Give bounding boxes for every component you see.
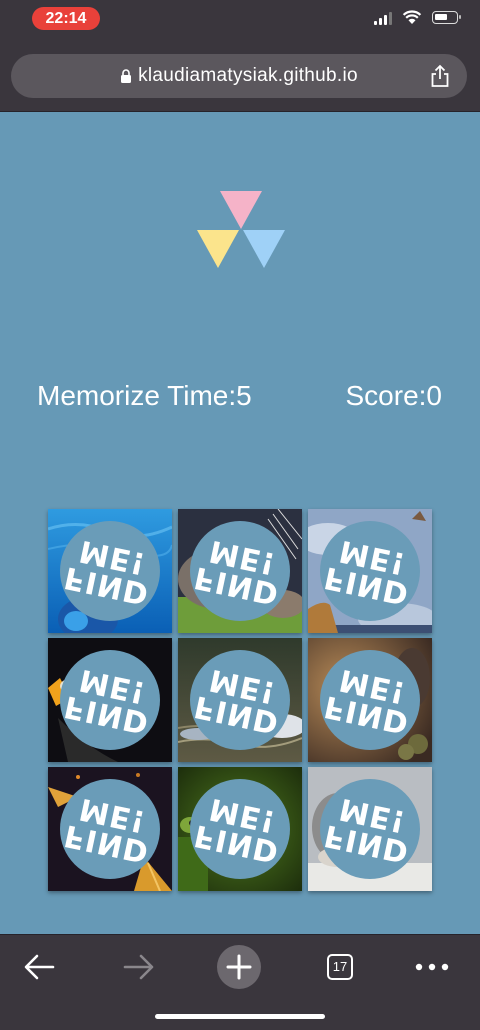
score: Score:0 (345, 380, 443, 411)
cellular-signal-icon (374, 11, 392, 25)
memorize-time: Memorize Time:5 (37, 380, 252, 411)
url-text: klaudiamatysiak.github.io (138, 65, 358, 86)
forward-button[interactable] (117, 945, 161, 989)
browser-top-bar: 22:14 klaudiamatysiak.github.io (0, 0, 480, 112)
find-me-cover: FIND ME! (190, 650, 290, 750)
find-me-cover: FIND ME! (320, 650, 420, 750)
find-me-cover: FIND ME! (60, 521, 160, 621)
find-me-cover: FIND ME! (190, 521, 290, 621)
memory-card-7[interactable]: FIND ME! (48, 767, 172, 891)
memory-card-6[interactable]: FIND ME! (308, 638, 432, 762)
back-button[interactable] (17, 945, 61, 989)
new-tab-button[interactable] (217, 945, 261, 989)
memory-card-4[interactable]: FIND ME! (48, 638, 172, 762)
tabs-button[interactable]: 17 (318, 945, 362, 989)
memory-card-1[interactable]: FIND ME! (48, 509, 172, 633)
memory-card-8[interactable]: FIND ME! (178, 767, 302, 891)
memory-card-2[interactable]: FIND ME! (178, 509, 302, 633)
find-me-cover: FIND ME! (320, 521, 420, 621)
memory-card-9[interactable]: FIND ME! (308, 767, 432, 891)
share-icon[interactable] (429, 64, 451, 88)
find-me-cover: FIND ME! (320, 779, 420, 879)
card-grid: FIND ME! FIND ME! FIND ME! FIND ME! FIND… (48, 509, 432, 891)
home-indicator[interactable] (155, 1014, 325, 1019)
plus-icon (217, 945, 261, 989)
memory-card-3[interactable]: FIND ME! (308, 509, 432, 633)
find-me-cover: FIND ME! (190, 779, 290, 879)
wifi-icon (402, 10, 422, 24)
address-bar[interactable]: klaudiamatysiak.github.io (11, 54, 467, 98)
status-icons (374, 10, 461, 25)
arrow-right-icon (123, 954, 154, 980)
lock-icon (121, 69, 132, 83)
more-dots-icon (415, 963, 449, 971)
tab-count: 17 (327, 954, 353, 980)
logo-triangles (197, 191, 285, 268)
status-time: 22:14 (32, 7, 100, 30)
arrow-left-icon (24, 954, 55, 980)
find-me-cover: FIND ME! (60, 650, 160, 750)
more-menu-button[interactable] (410, 945, 454, 989)
game-hud: Memorize Time:5 Score:0 (0, 380, 480, 420)
find-me-cover: FIND ME! (60, 779, 160, 879)
battery-icon (432, 11, 461, 24)
memory-card-5[interactable]: FIND ME! (178, 638, 302, 762)
